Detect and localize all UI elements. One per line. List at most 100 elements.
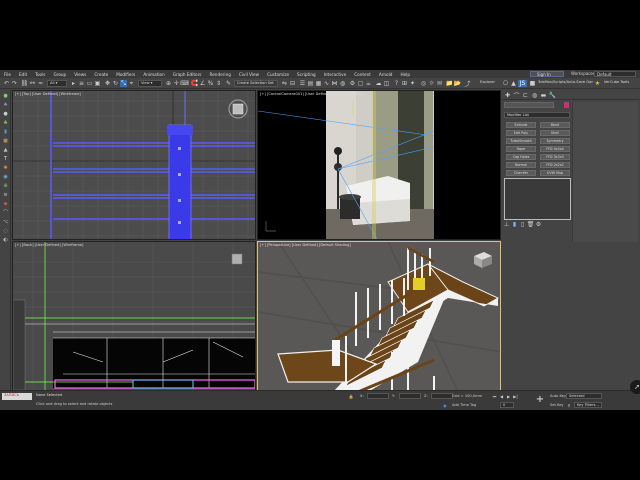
make-unique-icon[interactable]: ▯	[520, 221, 525, 228]
redo-icon[interactable]: ↷	[11, 80, 18, 87]
modifier-button[interactable]: FFD 3x3x3	[540, 154, 570, 160]
edit-named-selection-icon[interactable]: ✎	[225, 80, 232, 87]
viewport-top-label[interactable]: [+] [Top] [User Defined] [Wireframe]	[15, 92, 81, 96]
viewport-perspective-label[interactable]: [+] [Perspective] [User Defined] [Defaul…	[260, 243, 351, 247]
camera-icon[interactable]: ◉	[2, 173, 9, 180]
show-end-result-icon[interactable]: ▮	[512, 221, 517, 228]
y-coordinate-field[interactable]	[399, 393, 421, 399]
window-crossing-icon[interactable]: ▣	[94, 80, 101, 87]
viewcube-icon[interactable]	[228, 99, 248, 119]
utilities-tab-icon[interactable]: 🔧	[549, 92, 556, 99]
x-coordinate-field[interactable]	[367, 393, 389, 399]
helper-icon[interactable]: ⊕	[2, 182, 9, 189]
python-icon[interactable]: ▲	[510, 80, 517, 87]
angle-snap-icon[interactable]: ∠	[199, 80, 206, 87]
set-key-plus-icon[interactable]: +	[534, 393, 546, 405]
align-icon[interactable]: ⊟	[289, 80, 296, 87]
js-script-icon[interactable]: JS	[518, 80, 527, 87]
selection-set-dropdown[interactable]: Create Selection Set	[234, 80, 278, 87]
sign-in-button[interactable]: Sign In	[530, 71, 564, 77]
plant-icon[interactable]: ♣	[2, 119, 9, 126]
help-toolbar-icon[interactable]: ?	[393, 80, 400, 87]
rendered-frame-window-icon[interactable]: ▢	[357, 80, 364, 87]
render-message-icon[interactable]: ✉	[436, 80, 443, 87]
selection-filter-dropdown[interactable]: All ▾	[47, 80, 67, 87]
time-tag-icon[interactable]: ●	[442, 402, 448, 408]
menu-animation[interactable]: Animation	[139, 72, 168, 77]
play-icon[interactable]: ▶	[506, 393, 511, 399]
key-filter-icon[interactable]: ⚲	[566, 402, 572, 408]
menu-arnold[interactable]: Arnold	[375, 72, 397, 77]
display-icon[interactable]: ◐	[2, 236, 9, 243]
material-editor-icon[interactable]: ◍	[339, 80, 346, 87]
layer-explorer-icon[interactable]: ▤	[307, 80, 314, 87]
modifier-button[interactable]: TurboSmooth	[506, 138, 536, 144]
modifier-button[interactable]: Bend	[540, 122, 570, 128]
system-icon[interactable]: ◆	[2, 200, 9, 207]
z-coordinate-field[interactable]	[431, 393, 453, 399]
next-frame-icon[interactable]: ▶|	[513, 393, 518, 399]
modifier-stack-list[interactable]	[504, 178, 571, 220]
space-warp-icon[interactable]: ≋	[2, 191, 9, 198]
keyboard-shortcut-icon[interactable]: ⌨	[180, 80, 189, 87]
a360-gallery-icon[interactable]: ◫	[383, 80, 390, 87]
configure-modifier-sets-icon[interactable]: ⚙	[536, 221, 541, 228]
viewport-camera-label[interactable]: [+] [ControlCamera001] [User Defined] [D…	[260, 92, 364, 96]
object-name-field[interactable]	[504, 102, 554, 108]
create-tab-icon[interactable]: ✚	[504, 92, 511, 99]
vercube-tools-label[interactable]: VerCube Tools	[603, 80, 638, 87]
key-mode-dropdown[interactable]: Selected	[566, 393, 602, 399]
modifier-button[interactable]: Edit Poly	[506, 130, 536, 136]
link-icon[interactable]: ⛓	[21, 80, 29, 87]
explorer-button[interactable]: Explorer	[478, 80, 498, 87]
render-cloud-icon[interactable]: ☁	[375, 80, 382, 87]
box-icon[interactable]: ■	[2, 137, 9, 144]
pivot-center-icon[interactable]: ⊕	[165, 80, 172, 87]
remove-modifier-icon[interactable]: 🗑	[527, 221, 535, 228]
motion-tab-icon[interactable]: ◍	[531, 92, 538, 99]
modifier-button[interactable]: FFD 2x2x2	[540, 162, 570, 168]
select-object-icon[interactable]: ▸	[70, 80, 77, 87]
modifier-button[interactable]: Normal	[506, 162, 536, 168]
modifier-button[interactable]: Taper	[506, 146, 536, 152]
menu-group[interactable]: Group	[49, 72, 70, 77]
menu-content[interactable]: Content	[350, 72, 375, 77]
ies-light-icon[interactable]: ☼	[428, 80, 435, 87]
hierarchy-icon[interactable]: ⌥	[2, 218, 9, 225]
menu-create[interactable]: Create	[90, 72, 112, 77]
script-icon[interactable]: ⎔	[502, 80, 509, 87]
select-place-icon[interactable]: ⌖	[128, 80, 135, 87]
ribbon-toggle-icon[interactable]: ▦	[315, 80, 322, 87]
viewcube-back-icon[interactable]	[231, 253, 243, 265]
viewport-back[interactable]: [+] [Back] [User Defined] [Wireframe]	[12, 241, 256, 391]
menu-graph-editors[interactable]: Graph Editors	[169, 72, 206, 77]
maxscript-icon[interactable]: ■	[529, 80, 536, 87]
undo-icon[interactable]: ↶	[3, 80, 10, 87]
workspaces-dropdown[interactable]: Default	[594, 71, 636, 77]
modifier-button[interactable]: Symmetry	[540, 138, 570, 144]
bind-space-warp-icon[interactable]: ≈	[37, 80, 44, 87]
modify-icon[interactable]: ⌒	[2, 209, 9, 216]
motion-icon[interactable]: ◌	[2, 227, 9, 234]
menu-edit[interactable]: Edit	[15, 72, 31, 77]
expand-icon[interactable]: ➚	[630, 380, 640, 394]
sphere-icon[interactable]: ●	[2, 110, 9, 117]
key-filters-button[interactable]: Key Filters...	[574, 402, 602, 408]
viewport-top[interactable]: [+] [Top] [User Defined] [Wireframe]	[12, 90, 256, 240]
folder-icon[interactable]: 📁	[446, 80, 453, 87]
viewport-back-label[interactable]: [+] [Back] [User Defined] [Wireframe]	[15, 243, 83, 247]
menu-customize[interactable]: Customize	[263, 72, 293, 77]
display-tab-icon[interactable]: ▬	[540, 92, 547, 99]
modifier-button[interactable]: Extrude	[506, 122, 536, 128]
create-panel-icon[interactable]: ●	[2, 92, 9, 99]
menu-views[interactable]: Views	[70, 72, 90, 77]
object-color-swatch[interactable]	[564, 102, 569, 108]
snaps-toggle-icon[interactable]: 🧲	[191, 80, 198, 87]
percent-snap-icon[interactable]: %	[207, 80, 214, 87]
pin-stack-icon[interactable]: ⊥	[504, 221, 509, 228]
rectangular-selection-icon[interactable]: ▭	[86, 80, 93, 87]
star-icon[interactable]: ★	[594, 80, 601, 87]
add-time-tag-button[interactable]: Add Time Tag	[452, 403, 476, 407]
maxscript-mini-listener[interactable]: ЗАПИСЬ	[2, 393, 32, 400]
select-by-name-icon[interactable]: ≡	[78, 80, 85, 87]
